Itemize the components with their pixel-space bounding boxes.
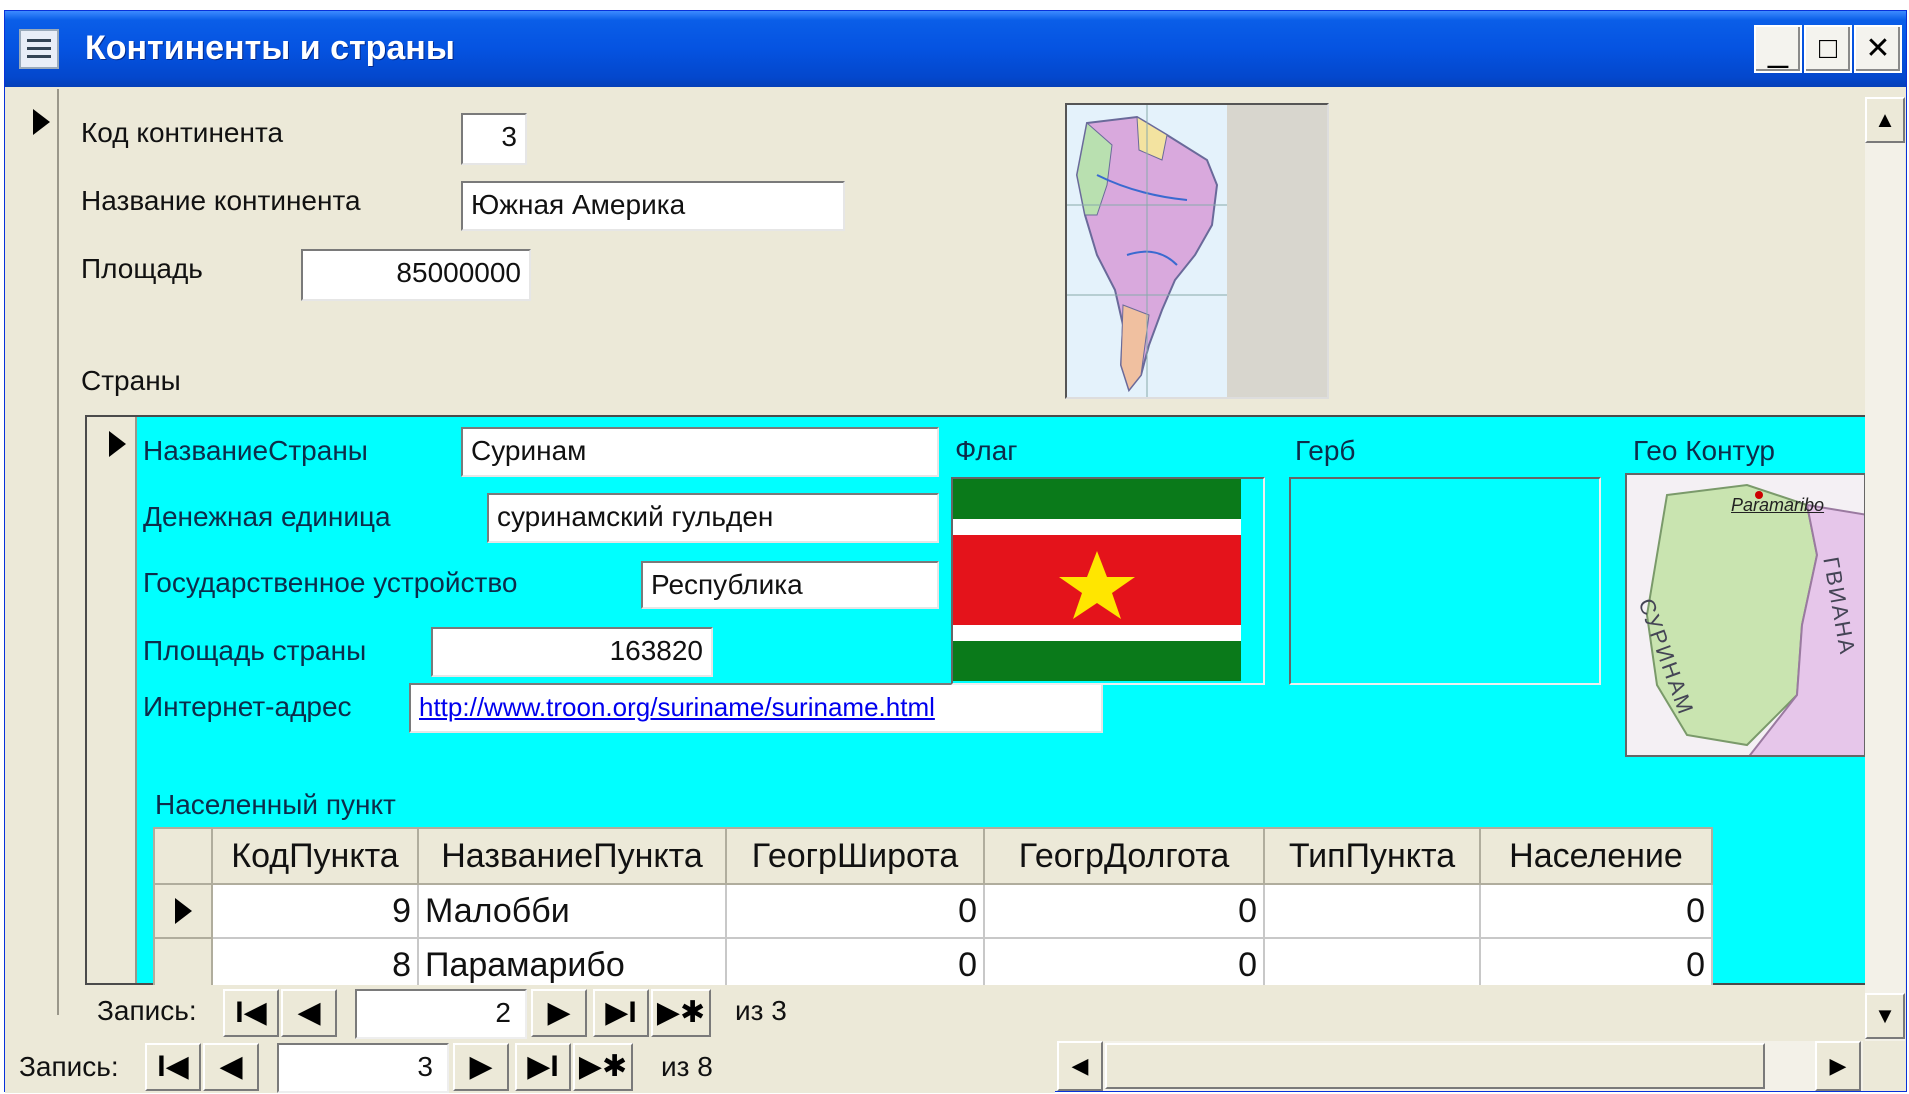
geo-contour-label: Гео Контур [1633, 435, 1775, 466]
column-header[interactable]: ТипПункта [1263, 827, 1481, 885]
last-record-button[interactable]: ▶I [593, 989, 649, 1037]
table-cell[interactable]: 0 [1479, 937, 1713, 989]
column-header[interactable]: НазваниеПункта [417, 827, 727, 885]
flag-label: Флаг [955, 435, 1018, 466]
subform-navigation-bar: Запись: I◀ ◀ 2 ▶ ▶I ▶✱ из 3 [87, 985, 1871, 1041]
main-navigation-bar: Запись: I◀ ◀ 3 ▶ ▶I ▶✱ из 8 [5, 1041, 1055, 1093]
table-cell[interactable]: 0 [983, 937, 1265, 989]
scroll-left-button[interactable]: ◀ [1057, 1041, 1103, 1091]
column-header[interactable]: Население [1479, 827, 1713, 885]
table-cell[interactable]: 0 [1479, 883, 1713, 939]
new-record-button[interactable]: ▶✱ [651, 989, 711, 1037]
settlements-section-label: Населенный пункт [155, 789, 396, 820]
country-name-field[interactable]: Суринам [461, 427, 939, 477]
country-name-label: НазваниеСтраны [143, 435, 368, 466]
settlements-table: КодПункта НазваниеПункта ГеогрШирота Гео… [153, 827, 1713, 989]
title-bar[interactable]: Континенты и страны _ □ ✕ [5, 11, 1906, 87]
table-cell[interactable] [1263, 937, 1481, 989]
table-row[interactable]: 8 Парамарибо 0 0 0 [153, 937, 1713, 989]
first-record-button[interactable]: I◀ [145, 1043, 201, 1091]
table-cell[interactable]: Малобби [417, 883, 727, 939]
geo-map-label-paramaribo: Paramaribo [1731, 495, 1825, 515]
country-area-field[interactable]: 163820 [431, 627, 713, 677]
subform-record-label: Запись: [97, 995, 197, 1026]
continent-name-field[interactable]: Южная Америка [461, 181, 845, 231]
main-record-count: из 8 [661, 1051, 713, 1082]
url-field[interactable]: http://www.troon.org/suriname/suriname.h… [409, 683, 1103, 733]
scroll-down-button[interactable]: ▼ [1865, 993, 1905, 1039]
maximize-button[interactable]: □ [1804, 25, 1852, 73]
vertical-scrollbar[interactable]: ▲ ▼ [1865, 97, 1905, 1041]
continent-area-field[interactable]: 85000000 [301, 249, 531, 301]
main-record-number-field[interactable]: 3 [277, 1043, 449, 1093]
column-header[interactable]: КодПункта [211, 827, 419, 885]
next-record-button[interactable]: ▶ [453, 1043, 509, 1091]
url-label: Интернет-адрес [143, 691, 352, 722]
next-record-button[interactable]: ▶ [531, 989, 587, 1037]
window-title: Континенты и страны [85, 29, 455, 67]
previous-record-button[interactable]: ◀ [203, 1043, 259, 1091]
minimize-button[interactable]: _ [1754, 25, 1802, 73]
table-cell[interactable]: 8 [211, 937, 419, 989]
first-record-button[interactable]: I◀ [223, 989, 279, 1037]
table-cell[interactable]: 9 [211, 883, 419, 939]
settlements-datasheet: КодПункта НазваниеПункта ГеогрШирота Гео… [153, 827, 1713, 989]
form-icon [19, 29, 59, 69]
scroll-right-button[interactable]: ▶ [1815, 1041, 1861, 1091]
currency-label: Денежная единица [143, 501, 391, 532]
subform-record-selector[interactable] [87, 417, 137, 983]
current-record-arrow-icon [33, 109, 50, 135]
current-row-arrow-icon [175, 898, 192, 924]
row-selector[interactable] [153, 937, 213, 989]
subform-record-count: из 3 [735, 995, 787, 1026]
url-link[interactable]: http://www.troon.org/suriname/suriname.h… [419, 692, 935, 722]
government-field[interactable]: Республика [641, 561, 939, 609]
form-window: Континенты и страны _ □ ✕ Код континента… [4, 10, 1907, 1093]
header-row-selector[interactable] [153, 827, 213, 885]
coat-of-arms-label: Герб [1295, 435, 1356, 466]
table-cell[interactable]: 0 [725, 883, 985, 939]
current-record-arrow-icon [109, 431, 126, 457]
countries-section-label: Страны [81, 365, 181, 396]
government-label: Государственное устройство [143, 567, 518, 598]
column-header[interactable]: ГеогрШирота [725, 827, 985, 885]
suriname-flag-icon [953, 479, 1241, 681]
table-cell[interactable]: 0 [983, 883, 1265, 939]
continent-name-label: Название континента [81, 185, 361, 216]
close-button[interactable]: ✕ [1854, 25, 1902, 73]
main-record-label: Запись: [19, 1051, 119, 1082]
table-cell[interactable]: 0 [725, 937, 985, 989]
last-record-button[interactable]: ▶I [515, 1043, 571, 1091]
new-record-button[interactable]: ▶✱ [573, 1043, 633, 1091]
table-row[interactable]: 9 Малобби 0 0 0 [153, 883, 1713, 939]
scroll-up-button[interactable]: ▲ [1865, 97, 1905, 143]
south-america-map-icon [1067, 105, 1227, 397]
column-header[interactable]: ГеогрДолгота [983, 827, 1265, 885]
table-cell[interactable]: Парамарибо [417, 937, 727, 989]
subform-record-number-field[interactable]: 2 [355, 989, 527, 1039]
record-selector[interactable] [9, 89, 59, 1015]
country-area-label: Площадь страны [143, 635, 367, 666]
table-cell[interactable] [1263, 883, 1481, 939]
geo-contour-image-frame[interactable]: Paramaribo СУРИНАМ ГВИАНА [1625, 473, 1866, 757]
countries-subform: НазваниеСтраны Суринам Денежная единица … [85, 415, 1868, 989]
continent-map-frame[interactable] [1065, 103, 1329, 399]
horizontal-scroll-thumb[interactable] [1105, 1043, 1765, 1089]
continent-area-label: Площадь [81, 253, 203, 284]
continent-code-field[interactable]: 3 [461, 113, 527, 165]
previous-record-button[interactable]: ◀ [281, 989, 337, 1037]
flag-image-frame[interactable] [951, 477, 1265, 685]
continent-code-label: Код континента [81, 117, 284, 148]
coat-of-arms-image-frame[interactable] [1289, 477, 1601, 685]
row-selector[interactable] [153, 883, 213, 939]
horizontal-scrollbar[interactable]: ◀ ▶ [1057, 1041, 1863, 1091]
currency-field[interactable]: суринамский гульден [487, 493, 939, 543]
